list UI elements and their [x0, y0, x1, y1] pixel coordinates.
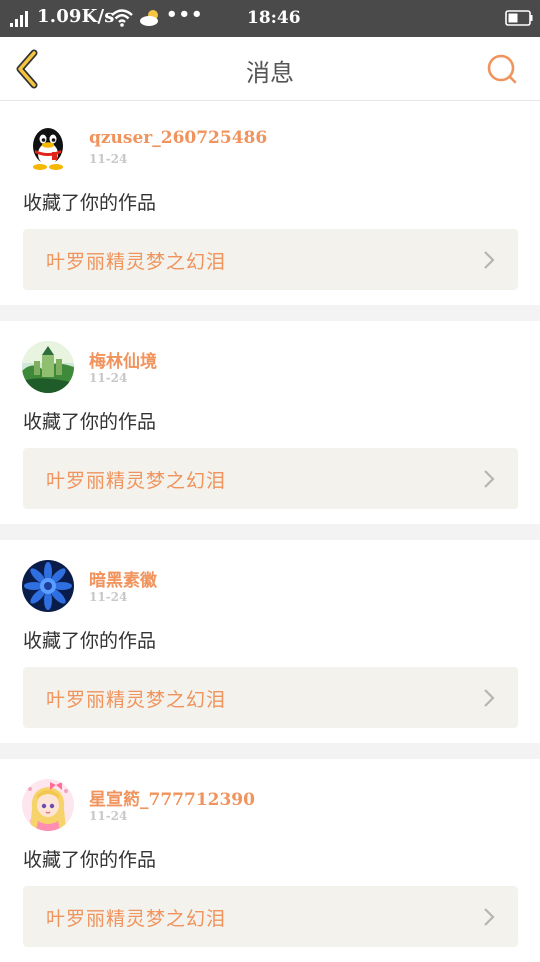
network-speed: 1.09K/s — [37, 6, 115, 27]
message-list: qzuser_260725486 11-24 收藏了你的作品 叶罗丽精灵梦之幻泪… — [0, 102, 540, 962]
work-link[interactable]: 叶罗丽精灵梦之幻泪 — [23, 886, 518, 947]
work-title: 叶罗丽精灵梦之幻泪 — [46, 689, 227, 711]
castle-avatar-icon — [22, 341, 74, 393]
username[interactable]: 星宣箹_777712390 — [89, 785, 255, 810]
message-card: qzuser_260725486 11-24 收藏了你的作品 叶罗丽精灵梦之幻泪 — [0, 102, 540, 305]
wifi-icon — [111, 9, 133, 27]
blue-flower-avatar-icon — [22, 560, 74, 612]
work-link[interactable]: 叶罗丽精灵梦之幻泪 — [23, 229, 518, 290]
action-text: 收藏了你的作品 — [23, 849, 157, 871]
message-card: 梅林仙境 11-24 收藏了你的作品 叶罗丽精灵梦之幻泪 — [0, 321, 540, 524]
app-header: 消息 — [0, 37, 540, 101]
avatar[interactable] — [22, 560, 74, 612]
avatar[interactable] — [22, 779, 74, 831]
battery-icon — [505, 10, 533, 26]
action-text: 收藏了你的作品 — [23, 630, 157, 652]
clock: 18:46 — [247, 8, 301, 28]
search-icon — [487, 54, 517, 84]
work-link[interactable]: 叶罗丽精灵梦之幻泪 — [23, 667, 518, 728]
action-text: 收藏了你的作品 — [23, 192, 157, 214]
username[interactable]: qzuser_260725486 — [89, 128, 267, 148]
status-bar: 1.09K/s ••• 18:46 — [0, 0, 540, 37]
signal-icon — [10, 11, 28, 27]
message-card: 暗黑素徽 11-24 收藏了你的作品 叶罗丽精灵梦之幻泪 — [0, 540, 540, 743]
action-text: 收藏了你的作品 — [23, 411, 157, 433]
chevron-right-icon — [484, 470, 495, 488]
more-notifications-icon: ••• — [166, 4, 204, 25]
message-card: 星宣箹_777712390 11-24 收藏了你的作品 叶罗丽精灵梦之幻泪 — [0, 759, 540, 962]
search-button[interactable] — [484, 51, 520, 87]
chevron-right-icon — [484, 251, 495, 269]
work-title: 叶罗丽精灵梦之幻泪 — [46, 251, 227, 273]
message-date: 11-24 — [89, 590, 128, 604]
chevron-right-icon — [484, 689, 495, 707]
anime-girl-avatar-icon — [22, 779, 74, 831]
weather-icon — [140, 10, 158, 26]
work-link[interactable]: 叶罗丽精灵梦之幻泪 — [23, 448, 518, 509]
chevron-right-icon — [484, 908, 495, 926]
username[interactable]: 暗黑素徽 — [89, 566, 157, 591]
message-date: 11-24 — [89, 152, 128, 166]
page-title: 消息 — [246, 59, 294, 87]
avatar[interactable] — [22, 341, 74, 393]
work-title: 叶罗丽精灵梦之幻泪 — [46, 908, 227, 930]
penguin-avatar-icon — [22, 122, 74, 174]
avatar[interactable] — [22, 122, 74, 174]
work-title: 叶罗丽精灵梦之幻泪 — [46, 470, 227, 492]
username[interactable]: 梅林仙境 — [89, 347, 157, 372]
message-date: 11-24 — [89, 809, 128, 823]
message-date: 11-24 — [89, 371, 128, 385]
